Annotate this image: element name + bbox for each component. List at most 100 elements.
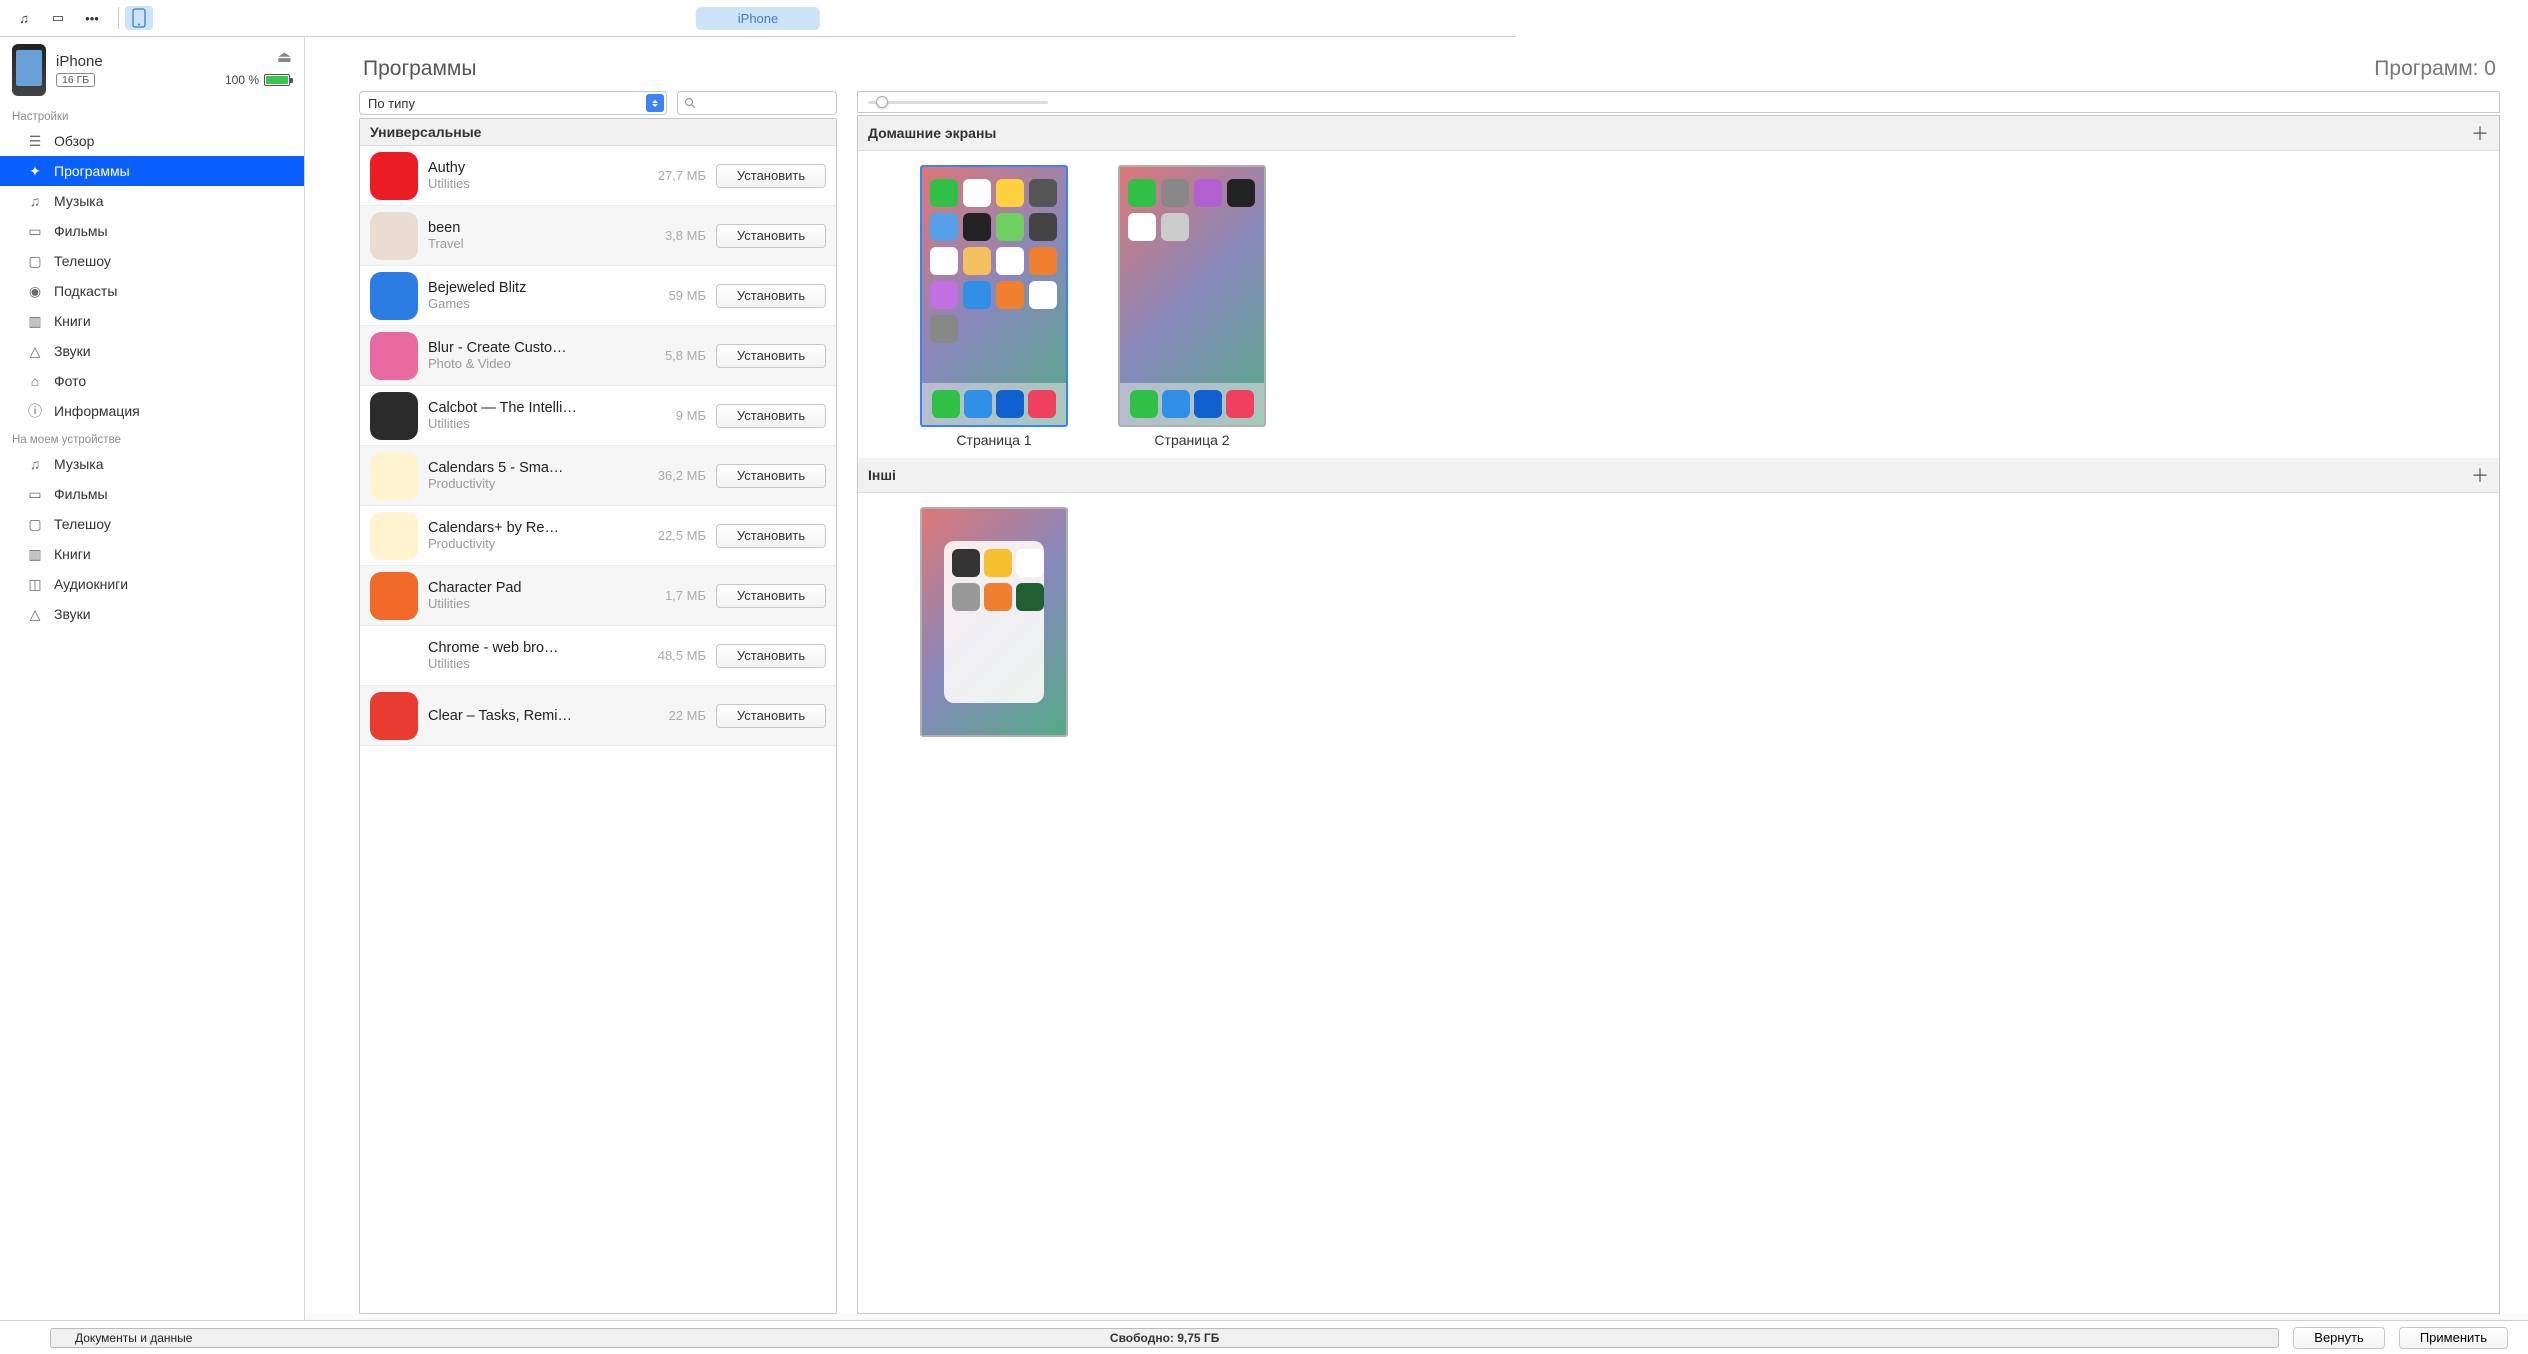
sidebar-group-settings: Настройки <box>0 103 304 126</box>
slider-knob[interactable] <box>876 96 888 108</box>
app-icon <box>370 512 418 560</box>
apply-button[interactable]: Применить <box>2399 1327 2508 1349</box>
install-button[interactable]: Установить <box>716 344 826 368</box>
search-input[interactable] <box>677 91 837 115</box>
more-tab-icon[interactable]: ••• <box>78 6 106 30</box>
sidebar-device-books[interactable]: ▥Книги <box>0 539 304 569</box>
install-button[interactable]: Установить <box>716 404 826 428</box>
battery-icon <box>264 74 290 86</box>
app-category: Utilities <box>428 596 634 611</box>
app-name: Calendars 5 - Sma… <box>428 460 634 476</box>
sidebar-item-tvshows[interactable]: ▢Телешоу <box>0 246 304 276</box>
sidebar: iPhone 16 ГБ ⏏ 100 % Настройки ☰Обзор ✦П… <box>0 37 305 1320</box>
install-button[interactable]: Установить <box>716 164 826 188</box>
battery-status: 100 % <box>225 73 290 87</box>
install-button[interactable]: Установить <box>716 464 826 488</box>
app-row[interactable]: Calcbot — The Intelli…Utilities 9 МБ Уст… <box>360 386 836 446</box>
app-size: 5,8 МБ <box>644 348 706 363</box>
sidebar-item-books[interactable]: ▥Книги <box>0 306 304 336</box>
tv-icon: ▢ <box>26 516 44 532</box>
bell-icon: △ <box>26 606 44 622</box>
sidebar-item-sounds[interactable]: △Звуки <box>0 336 304 366</box>
app-category: Utilities <box>428 656 634 671</box>
app-row[interactable]: AuthyUtilities 27,7 МБ Установить <box>360 146 836 206</box>
app-size: 9 МБ <box>644 408 706 423</box>
device-thumbnail-icon <box>12 44 46 96</box>
sort-select[interactable]: По типу <box>359 91 667 115</box>
app-icon <box>370 272 418 320</box>
sidebar-item-podcasts[interactable]: ◉Подкасты <box>0 276 304 306</box>
apps-panel: По типу Универсальные AuthyUtilities 27,… <box>359 91 837 1314</box>
home-screens-header: Домашние экраны ＋ <box>858 116 2499 151</box>
install-button[interactable]: Установить <box>716 584 826 608</box>
app-size: 22 МБ <box>644 708 706 723</box>
capacity-badge: 16 ГБ <box>56 73 95 87</box>
app-name: Chrome - web bro… <box>428 640 634 656</box>
revert-button[interactable]: Вернуть <box>2293 1327 2385 1349</box>
app-row[interactable]: Chrome - web bro…Utilities 48,5 МБ Устан… <box>360 626 836 686</box>
home-screen-1[interactable]: Страница 1 <box>920 165 1068 448</box>
eject-icon[interactable]: ⏏ <box>277 43 292 67</box>
app-icon <box>370 392 418 440</box>
zoom-slider[interactable] <box>857 91 2500 113</box>
app-row[interactable]: Calendars 5 - Sma…Productivity 36,2 МБ У… <box>360 446 836 506</box>
install-button[interactable]: Установить <box>716 284 826 308</box>
app-size: 36,2 МБ <box>644 468 706 483</box>
home-screen-2[interactable]: Страница 2 <box>1118 165 1266 448</box>
device-name: iPhone <box>56 53 103 70</box>
install-button[interactable]: Установить <box>716 524 826 548</box>
add-page-icon[interactable]: ＋ <box>2471 120 2489 146</box>
app-row[interactable]: Clear – Tasks, Remi… 22 МБ Установить <box>360 686 836 746</box>
app-category: Utilities <box>428 176 634 191</box>
install-button[interactable]: Установить <box>716 224 826 248</box>
app-category: Games <box>428 296 634 311</box>
install-button[interactable]: Установить <box>716 644 826 668</box>
apps-list-header: Универсальные <box>360 119 836 146</box>
free-space-label: Свободно: 9,75 ГБ <box>51 1329 2278 1347</box>
sidebar-item-music[interactable]: ♫Музыка <box>0 186 304 216</box>
app-name: Blur - Create Custo… <box>428 340 634 356</box>
sidebar-device-music[interactable]: ♫Музыка <box>0 449 304 479</box>
bottom-bar: Документы и данные Свободно: 9,75 ГБ Вер… <box>0 1320 2528 1354</box>
install-button[interactable]: Установить <box>716 704 826 728</box>
sidebar-item-photos[interactable]: ⌂Фото <box>0 366 304 396</box>
sidebar-item-movies[interactable]: ▭Фильмы <box>0 216 304 246</box>
podcast-icon: ◉ <box>26 283 44 299</box>
page-title: Программы <box>363 57 476 81</box>
apps-list: Универсальные AuthyUtilities 27,7 МБ Уст… <box>359 118 837 1314</box>
screen-label: Страница 1 <box>920 432 1068 448</box>
app-row[interactable]: Character PadUtilities 1,7 МБ Установить <box>360 566 836 626</box>
book-icon: ▥ <box>26 546 44 562</box>
music-icon: ♫ <box>26 193 44 209</box>
app-row[interactable]: Calendars+ by Re…Productivity 22,5 МБ Ус… <box>360 506 836 566</box>
app-row[interactable]: Bejeweled BlitzGames 59 МБ Установить <box>360 266 836 326</box>
sidebar-device-sounds[interactable]: △Звуки <box>0 599 304 629</box>
apps-icon: ✦ <box>26 163 44 179</box>
sidebar-item-info[interactable]: ⓘИнформация <box>0 396 304 426</box>
sidebar-device-tvshows[interactable]: ▢Телешоу <box>0 509 304 539</box>
sidebar-item-apps[interactable]: ✦Программы <box>0 156 304 186</box>
app-name: Bejeweled Blitz <box>428 280 634 296</box>
movies-tab-icon[interactable]: ▭ <box>44 6 72 30</box>
app-icon <box>370 452 418 500</box>
app-icon <box>370 152 418 200</box>
app-row[interactable]: Blur - Create Custo…Photo & Video 5,8 МБ… <box>360 326 836 386</box>
screen-label: Страница 2 <box>1118 432 1266 448</box>
sidebar-device-movies[interactable]: ▭Фильмы <box>0 479 304 509</box>
device-name-pill[interactable]: iPhone <box>696 7 820 30</box>
app-row[interactable]: beenTravel 3,8 МБ Установить <box>360 206 836 266</box>
sidebar-item-overview[interactable]: ☰Обзор <box>0 126 304 156</box>
device-tab-icon[interactable] <box>125 6 153 30</box>
add-folder-icon[interactable]: ＋ <box>2471 462 2489 488</box>
audiobook-icon: ◫ <box>26 576 44 592</box>
bell-icon: △ <box>26 343 44 359</box>
app-size: 48,5 МБ <box>644 648 706 663</box>
toolbar-separator <box>118 7 119 29</box>
app-size: 22,5 МБ <box>644 528 706 543</box>
app-name: Character Pad <box>428 580 634 596</box>
book-icon: ▥ <box>26 313 44 329</box>
sidebar-device-audiobooks[interactable]: ◫Аудиокниги <box>0 569 304 599</box>
app-name: been <box>428 220 634 236</box>
folder-screen[interactable] <box>920 507 1068 737</box>
music-tab-icon[interactable]: ♫ <box>10 6 38 30</box>
